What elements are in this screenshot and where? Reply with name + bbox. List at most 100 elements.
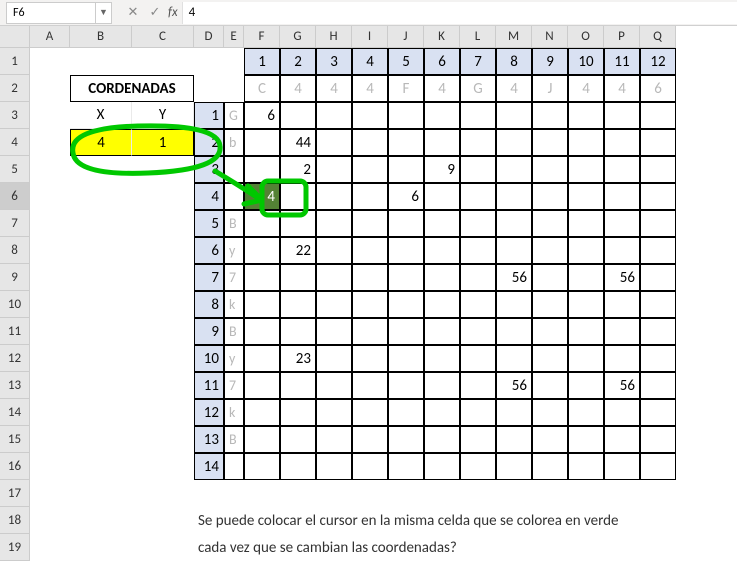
data-cell-r4-c11[interactable] — [604, 183, 640, 210]
data-cell-r3-c6[interactable]: 9 — [424, 156, 460, 183]
row-header-10[interactable]: 10 — [0, 291, 30, 318]
data-cell-r11-c12[interactable] — [640, 372, 676, 399]
data-cell-r1-c2[interactable] — [280, 102, 316, 129]
grid-row-num-10[interactable]: 10 — [194, 345, 224, 372]
data-cell-r9-c6[interactable] — [424, 318, 460, 345]
data-cell-r10-c4[interactable] — [352, 345, 388, 372]
grid-row-num-7[interactable]: 7 — [194, 264, 224, 291]
data-cell-r10-c12[interactable] — [640, 345, 676, 372]
data-cell-r9-c8[interactable] — [496, 318, 532, 345]
data-cell-r6-c10[interactable] — [568, 237, 604, 264]
data-cell-r12-c9[interactable] — [532, 399, 568, 426]
grid-col-faded-10[interactable]: 4 — [568, 75, 604, 102]
data-cell-r8-c2[interactable] — [280, 291, 316, 318]
grid-col-num-6[interactable]: 6 — [424, 48, 460, 75]
data-cell-r11-c1[interactable] — [244, 372, 280, 399]
data-cell-r13-c4[interactable] — [352, 426, 388, 453]
grid-row-num-14[interactable]: 14 — [194, 453, 224, 480]
data-cell-r4-c3[interactable] — [316, 183, 352, 210]
row-header-12[interactable]: 12 — [0, 345, 30, 372]
col-header-H[interactable]: H — [316, 26, 352, 48]
data-cell-r12-c1[interactable] — [244, 399, 280, 426]
data-cell-r12-c6[interactable] — [424, 399, 460, 426]
data-cell-r1-c1[interactable]: 6 — [244, 102, 280, 129]
row-header-13[interactable]: 13 — [0, 372, 30, 399]
data-cell-r12-c12[interactable] — [640, 399, 676, 426]
grid-row-faded-4[interactable] — [224, 183, 244, 210]
col-header-J[interactable]: J — [388, 26, 424, 48]
data-cell-r1-c10[interactable] — [568, 102, 604, 129]
grid-col-faded-3[interactable]: 4 — [316, 75, 352, 102]
data-cell-r12-c8[interactable] — [496, 399, 532, 426]
data-cell-r12-c4[interactable] — [352, 399, 388, 426]
data-cell-r3-c9[interactable] — [532, 156, 568, 183]
grid-row-num-9[interactable]: 9 — [194, 318, 224, 345]
col-header-D[interactable]: D — [194, 26, 224, 48]
row-header-5[interactable]: 5 — [0, 156, 30, 183]
data-cell-r4-c6[interactable] — [424, 183, 460, 210]
col-header-E[interactable]: E — [224, 26, 244, 48]
grid-row-faded-11[interactable]: 7 — [224, 372, 244, 399]
grid-row-faded-1[interactable]: G — [224, 102, 244, 129]
col-header-I[interactable]: I — [352, 26, 388, 48]
data-cell-r14-c6[interactable] — [424, 453, 460, 480]
data-cell-r14-c5[interactable] — [388, 453, 424, 480]
data-cell-r14-c2[interactable] — [280, 453, 316, 480]
data-cell-r1-c5[interactable] — [388, 102, 424, 129]
row-header-8[interactable]: 8 — [0, 237, 30, 264]
data-cell-r6-c9[interactable] — [532, 237, 568, 264]
data-cell-r5-c6[interactable] — [424, 210, 460, 237]
formula-bar[interactable]: 4 — [182, 2, 737, 24]
row-header-16[interactable]: 16 — [0, 453, 30, 480]
row-header-14[interactable]: 14 — [0, 399, 30, 426]
grid-col-faded-12[interactable]: 6 — [640, 75, 676, 102]
row-header-9[interactable]: 9 — [0, 264, 30, 291]
data-cell-r8-c6[interactable] — [424, 291, 460, 318]
data-cell-r14-c12[interactable] — [640, 453, 676, 480]
data-cell-r7-c10[interactable] — [568, 264, 604, 291]
grid-row-faded-12[interactable]: k — [224, 399, 244, 426]
data-cell-r13-c8[interactable] — [496, 426, 532, 453]
grid-col-num-5[interactable]: 5 — [388, 48, 424, 75]
question-line1[interactable]: Se puede colocar el cursor en la misma c… — [194, 507, 714, 534]
data-cell-r7-c12[interactable] — [640, 264, 676, 291]
data-cell-r1-c11[interactable] — [604, 102, 640, 129]
data-cell-r2-c6[interactable] — [424, 129, 460, 156]
data-cell-r14-c10[interactable] — [568, 453, 604, 480]
y-label[interactable]: Y — [132, 102, 194, 129]
data-cell-r3-c2[interactable]: 2 — [280, 156, 316, 183]
x-label[interactable]: X — [70, 102, 132, 129]
grid-col-num-4[interactable]: 4 — [352, 48, 388, 75]
data-cell-r7-c3[interactable] — [316, 264, 352, 291]
data-cell-r8-c8[interactable] — [496, 291, 532, 318]
data-cell-r11-c4[interactable] — [352, 372, 388, 399]
data-cell-r8-c9[interactable] — [532, 291, 568, 318]
data-cell-r9-c5[interactable] — [388, 318, 424, 345]
data-cell-r11-c3[interactable] — [316, 372, 352, 399]
data-cell-r4-c8[interactable] — [496, 183, 532, 210]
data-cell-r3-c5[interactable] — [388, 156, 424, 183]
data-cell-r12-c11[interactable] — [604, 399, 640, 426]
data-cell-r4-c5[interactable]: 6 — [388, 183, 424, 210]
data-cell-r6-c4[interactable] — [352, 237, 388, 264]
data-cell-r3-c11[interactable] — [604, 156, 640, 183]
data-cell-r10-c1[interactable] — [244, 345, 280, 372]
data-cell-r5-c7[interactable] — [460, 210, 496, 237]
data-cell-r1-c6[interactable] — [424, 102, 460, 129]
data-cell-r14-c4[interactable] — [352, 453, 388, 480]
data-cell-r9-c2[interactable] — [280, 318, 316, 345]
coord-x[interactable]: 4 — [70, 129, 132, 156]
select-all-corner[interactable] — [0, 26, 30, 48]
grid-col-num-2[interactable]: 2 — [280, 48, 316, 75]
data-cell-r2-c12[interactable] — [640, 129, 676, 156]
grid-col-faded-6[interactable]: 4 — [424, 75, 460, 102]
grid-col-num-11[interactable]: 11 — [604, 48, 640, 75]
data-cell-r6-c6[interactable] — [424, 237, 460, 264]
data-cell-r10-c7[interactable] — [460, 345, 496, 372]
data-cell-r4-c10[interactable] — [568, 183, 604, 210]
col-header-N[interactable]: N — [532, 26, 568, 48]
data-cell-r6-c8[interactable] — [496, 237, 532, 264]
grid-col-faded-1[interactable]: C — [244, 75, 280, 102]
data-cell-r13-c3[interactable] — [316, 426, 352, 453]
data-cell-r12-c10[interactable] — [568, 399, 604, 426]
